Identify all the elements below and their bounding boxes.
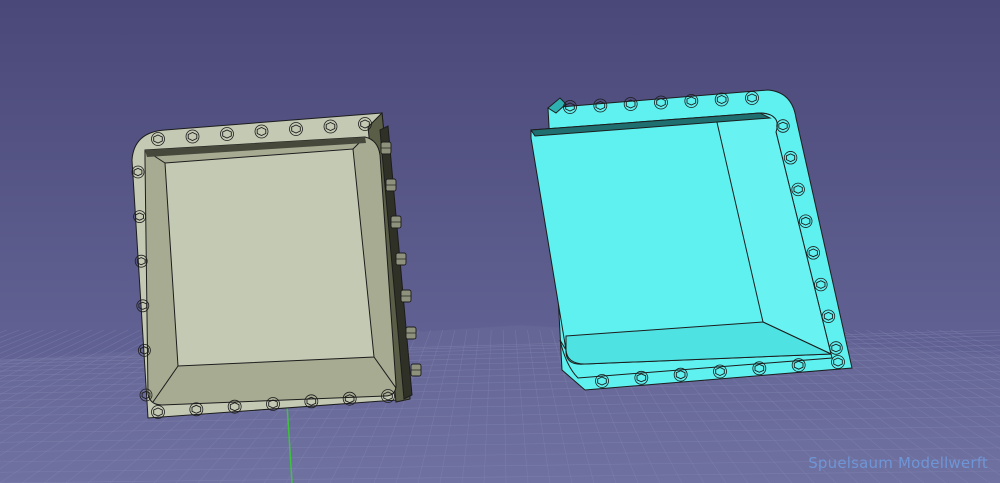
side-bolt-icon bbox=[380, 141, 392, 155]
side-bolt-icon bbox=[400, 289, 412, 303]
side-bolt-icon bbox=[405, 326, 417, 340]
3d-scene[interactable] bbox=[0, 0, 1000, 483]
side-bolt-icon bbox=[385, 178, 397, 192]
cyan-part[interactable] bbox=[530, 89, 853, 391]
gray-part-bottom bbox=[164, 148, 375, 367]
3d-viewport[interactable]: Spuelsaum Modellwerft bbox=[0, 0, 1000, 483]
side-bolt-icon bbox=[410, 363, 422, 377]
gray-part[interactable] bbox=[131, 111, 422, 419]
watermark-text: Spuelsaum Modellwerft bbox=[808, 454, 988, 472]
side-bolt-icon bbox=[390, 215, 402, 229]
side-bolt-icon bbox=[395, 252, 407, 266]
